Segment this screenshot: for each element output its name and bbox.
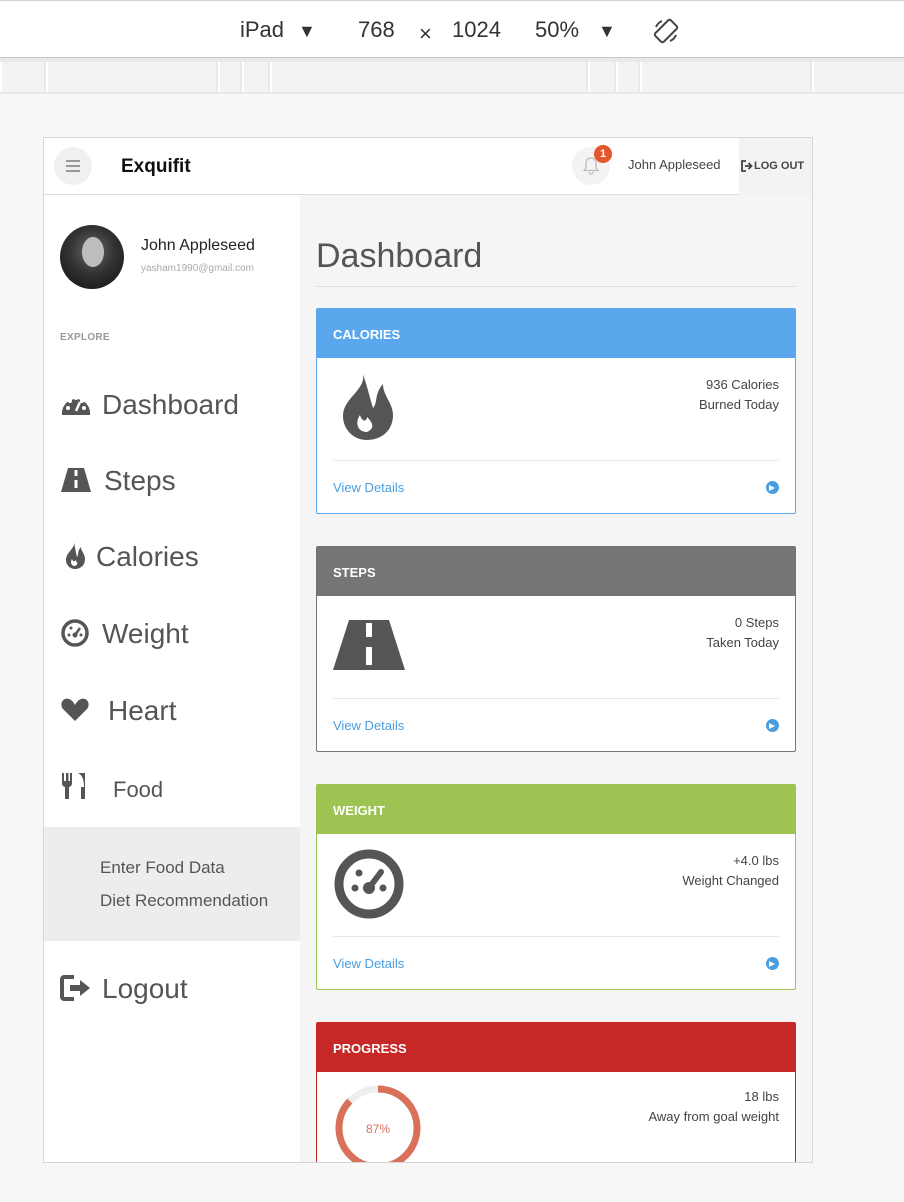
sidebar-item-logout[interactable]: Logout [60, 969, 280, 1009]
notification-badge: 1 [594, 145, 612, 163]
sidebar-item-label: Weight [102, 618, 189, 649]
sidebar-item-label: Calories [96, 541, 199, 572]
device-select[interactable]: iPad [240, 17, 284, 43]
device-dropdown-arrow-icon[interactable]: ▼ [298, 21, 316, 42]
navbar-user-name[interactable]: John Appleseed [628, 157, 721, 172]
ruler-segment[interactable] [0, 62, 44, 92]
sidebar-item-food[interactable]: Food [60, 767, 280, 807]
steps-caption: Taken Today [706, 635, 779, 650]
steps-card: STEPS 0 Steps Taken Today View Details [316, 546, 796, 752]
calories-caption: Burned Today [699, 397, 779, 412]
sidebar-item-steps[interactable]: Steps [60, 461, 280, 501]
sidebar-item-label: Steps [104, 465, 176, 496]
progress-percent: 87% [366, 1122, 390, 1136]
sidebar-item-label: Food [113, 777, 164, 802]
avatar-face [82, 237, 104, 267]
gauge-icon [61, 619, 89, 647]
ruler-segment[interactable] [588, 62, 614, 92]
profile-name: John Appleseed [141, 237, 255, 254]
ruler-segment[interactable] [812, 62, 904, 92]
card-header: PROGRESS [317, 1023, 795, 1072]
food-submenu: Enter Food Data Diet Recommendation [44, 827, 300, 941]
rotate-icon[interactable] [652, 17, 680, 45]
road-icon [333, 620, 405, 670]
arrow-circle-right-icon[interactable] [766, 957, 779, 970]
ruler-segment[interactable] [46, 62, 216, 92]
page-title: Dashboard [316, 237, 483, 275]
ruler-segment[interactable] [616, 62, 638, 92]
zoom-dropdown-arrow-icon[interactable]: ▼ [598, 21, 616, 42]
viewport-height[interactable]: 1024 [452, 17, 501, 43]
device-toolbar: iPad ▼ 768 × 1024 50% ▼ [0, 0, 904, 58]
section-label: EXPLORE [60, 332, 110, 343]
sidebar-item-label: Heart [108, 695, 177, 726]
avatar[interactable] [60, 225, 124, 289]
title-divider [316, 286, 796, 287]
submenu-item-diet-recommendation[interactable]: Diet Recommendation [100, 891, 268, 911]
submenu-item-enter-food-data[interactable]: Enter Food Data [100, 858, 225, 878]
card-divider [333, 936, 779, 937]
ruler-segment[interactable] [640, 62, 810, 92]
arrow-circle-right-icon[interactable] [766, 719, 779, 732]
calories-card: CALORIES 936 Calories Burned Today View … [316, 308, 796, 514]
card-header: STEPS [317, 547, 795, 596]
sidebar-item-weight[interactable]: Weight [60, 614, 280, 654]
device-viewport: Exquifit 1 John Appleseed LOG OUT John A… [43, 137, 813, 1163]
device-select-label: iPad [240, 17, 285, 42]
weight-caption: Weight Changed [682, 873, 779, 888]
profile-email: yasham1990@gmail.com [141, 263, 254, 274]
weight-card: WEIGHT +4.0 lbs Weight Changed View Deta… [316, 784, 796, 990]
sidebar-item-label: Logout [102, 973, 188, 1004]
brand-logo[interactable]: Exquifit [121, 156, 191, 178]
sidebar-item-calories[interactable]: Calories [60, 537, 280, 577]
heart-icon [61, 698, 89, 721]
fire-icon [66, 542, 85, 569]
card-header: CALORIES [317, 309, 795, 358]
menu-bar [66, 160, 80, 162]
card-header: WEIGHT [317, 785, 795, 834]
zoom-select[interactable]: 50% [535, 17, 579, 43]
dashboard-icon [62, 396, 90, 415]
weight-view-details-link[interactable]: View Details [333, 956, 404, 971]
top-navbar: Exquifit 1 John Appleseed LOG OUT [44, 138, 812, 195]
sidebar-item-dashboard[interactable]: Dashboard [60, 385, 280, 425]
logout-icon [60, 975, 90, 1001]
gauge-icon [334, 849, 404, 919]
progress-card: PROGRESS 87% 18 lbs Away from goal weigh… [316, 1022, 796, 1162]
ruler-segment[interactable] [218, 62, 240, 92]
card-divider [333, 460, 779, 461]
calories-view-details-link[interactable]: View Details [333, 480, 404, 495]
progress-caption: Away from goal weight [648, 1109, 779, 1124]
navbar-logout-button[interactable]: LOG OUT [739, 138, 812, 195]
progress-value: 18 lbs [744, 1089, 779, 1104]
menu-bar [66, 170, 80, 172]
calories-value: 936 Calories [706, 377, 779, 392]
menu-bar [66, 165, 80, 167]
road-icon [61, 468, 91, 492]
times-icon: × [419, 21, 432, 46]
sidebar-item-label: Dashboard [102, 389, 239, 420]
menu-toggle-button[interactable] [54, 147, 92, 185]
card-divider [333, 698, 779, 699]
media-query-ruler [0, 58, 904, 94]
progress-ring: 87% [335, 1085, 421, 1162]
logout-icon [741, 160, 753, 172]
ruler-segment[interactable] [270, 62, 586, 92]
cutlery-icon [62, 773, 85, 799]
arrow-circle-right-icon[interactable] [766, 481, 779, 494]
sidebar: John Appleseed yasham1990@gmail.com EXPL… [44, 195, 300, 1162]
navbar-logout-label: LOG OUT [754, 160, 805, 172]
steps-value: 0 Steps [734, 615, 779, 630]
steps-view-details-link[interactable]: View Details [333, 718, 404, 733]
fire-icon [343, 374, 393, 440]
sidebar-item-heart[interactable]: Heart [60, 691, 280, 731]
viewport-width[interactable]: 768 [358, 17, 395, 43]
main-content: Dashboard CALORIES 936 Calories Burned T… [300, 195, 812, 1162]
ruler-segment[interactable] [242, 62, 268, 92]
weight-value: +4.0 lbs [733, 853, 779, 868]
